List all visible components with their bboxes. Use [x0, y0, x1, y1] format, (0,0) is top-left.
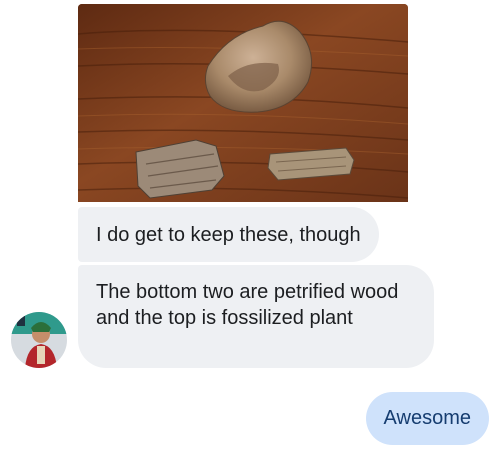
contact-avatar-icon[interactable]: [11, 312, 67, 368]
fossil-photo-image: [78, 4, 408, 202]
message-bubble-incoming[interactable]: The bottom two are petrified wood and th…: [78, 265, 434, 368]
message-text: Awesome: [383, 407, 471, 429]
message-bubble-outgoing[interactable]: Awesome: [365, 392, 489, 445]
message-text: I do get to keep these, though: [96, 224, 361, 246]
message-bubble-incoming[interactable]: I do get to keep these, though: [78, 207, 379, 262]
avatar-image: [11, 312, 67, 368]
message-text: The bottom two are petrified wood and th…: [96, 281, 399, 329]
shared-photo[interactable]: [78, 4, 408, 202]
